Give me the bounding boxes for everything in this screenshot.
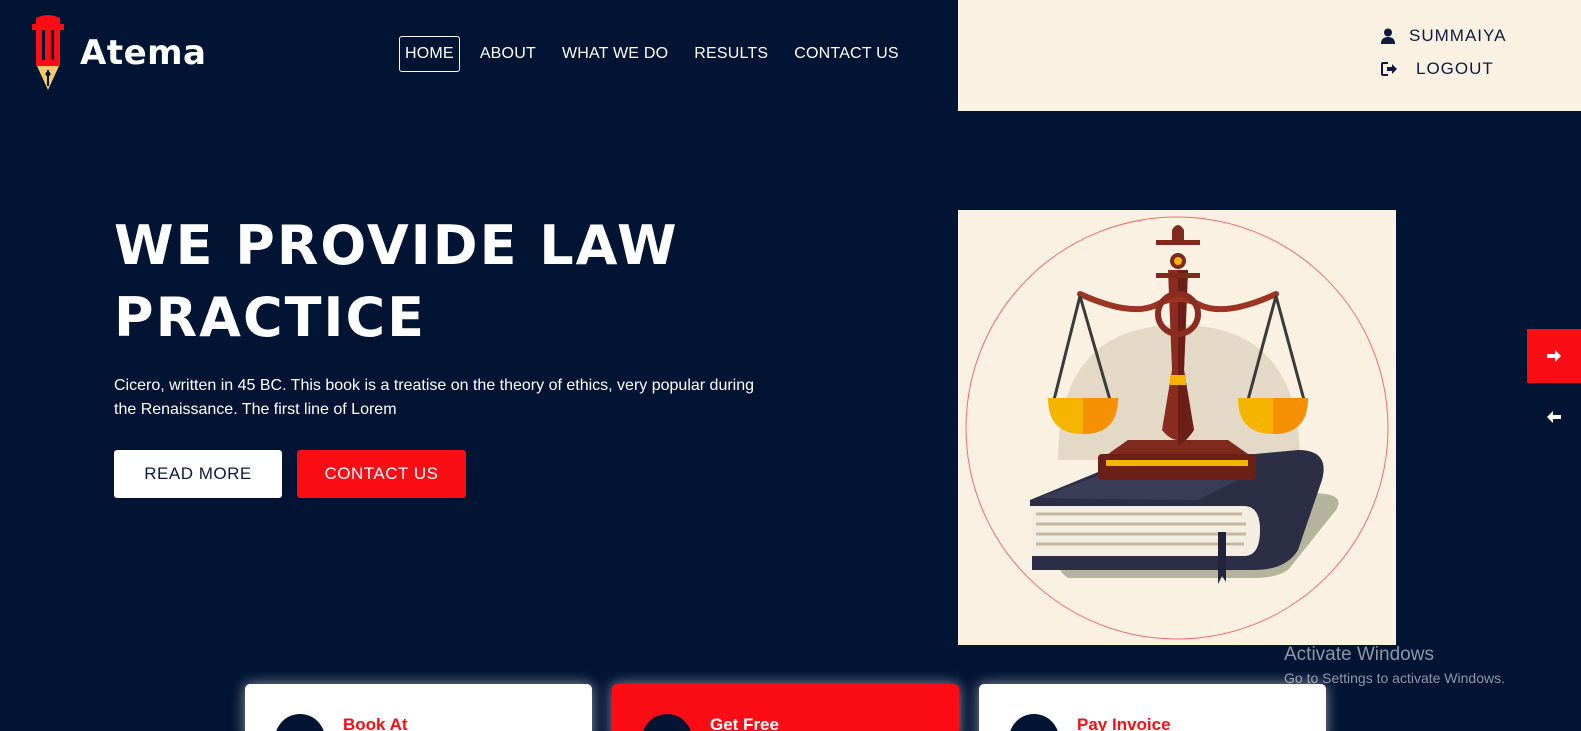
logout-label: LOGOUT (1416, 59, 1494, 78)
hero-title-line2: PRACTICE (114, 286, 427, 349)
service-card-invoice[interactable]: Pay Invoice (979, 684, 1326, 731)
watermark-title: Activate Windows (1284, 644, 1434, 665)
nav-item-contact-us[interactable]: CONTACT US (788, 36, 905, 72)
main-nav: HOME ABOUT WHAT WE DO RESULTS CONTACT US (399, 36, 919, 72)
card-icon-circle (642, 714, 692, 731)
hero-description: Cicero, written in 45 BC. This book is a… (114, 377, 755, 418)
scales-of-justice-illustration (965, 216, 1389, 640)
service-card-book[interactable]: Book At (245, 684, 592, 731)
arrow-left-icon (1547, 411, 1561, 423)
user-icon (1381, 28, 1395, 44)
card-title: Pay Invoice (1077, 715, 1171, 731)
nav-item-results[interactable]: RESULTS (688, 36, 774, 72)
brand-logo[interactable]: Atema (28, 14, 207, 92)
nav-item-about[interactable]: ABOUT (474, 36, 542, 72)
hero-title-line1: WE PROVIDE LAW (114, 214, 679, 277)
card-icon-circle (1009, 714, 1059, 731)
read-more-button[interactable]: READ MORE (114, 450, 282, 498)
nav-item-what-we-do[interactable]: WHAT WE DO (556, 36, 674, 72)
logout-link[interactable]: LOGOUT (1381, 59, 1494, 79)
arrow-right-icon (1547, 350, 1561, 362)
nav-item-home[interactable]: HOME (399, 36, 460, 72)
slider-next-button[interactable] (1527, 329, 1581, 383)
user-name: SUMMAIYA (1409, 26, 1507, 45)
service-card-free[interactable]: Get Free (612, 684, 959, 731)
contact-us-button[interactable]: CONTACT US (297, 450, 466, 498)
hero-illustration (958, 210, 1396, 645)
user-panel: SUMMAIYA LOGOUT (958, 0, 1581, 111)
sign-out-icon (1381, 62, 1397, 76)
card-icon-circle (275, 714, 325, 731)
user-profile-link[interactable]: SUMMAIYA (1381, 26, 1506, 46)
brand-name: Atema (80, 33, 207, 73)
slider-prev-button[interactable] (1527, 390, 1581, 444)
card-title: Get Free (710, 715, 779, 731)
hero-title: WE PROVIDE LAW PRACTICE (114, 210, 754, 354)
windows-activation-watermark: Activate Windows Go to Settings to activ… (1284, 644, 1505, 686)
pen-column-logo-icon (32, 15, 64, 90)
card-title: Book At (343, 715, 408, 731)
